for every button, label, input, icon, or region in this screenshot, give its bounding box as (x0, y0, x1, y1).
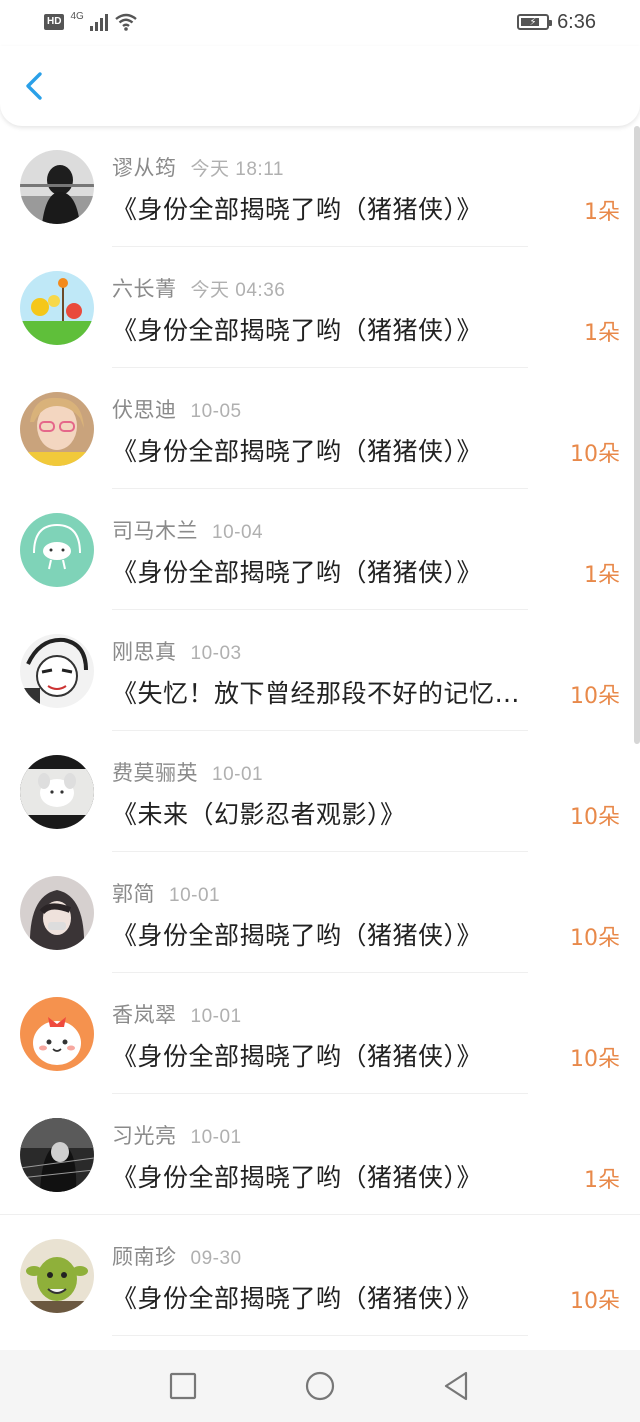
avatar[interactable] (20, 997, 94, 1071)
avatar[interactable] (20, 392, 94, 466)
list-item[interactable]: 习光亮 10-01 《身份全部揭晓了哟（猪猪侠）》 1朵 (0, 1094, 640, 1215)
avatar[interactable] (20, 271, 94, 345)
list-item[interactable]: 六长菁 今天 04:36 《身份全部揭晓了哟（猪猪侠）》 1朵 (0, 247, 640, 368)
header (0, 46, 640, 126)
avatar[interactable] (20, 1118, 94, 1192)
list-item[interactable]: 郭简 10-01 《身份全部揭晓了哟（猪猪侠）》 10朵 (0, 852, 640, 973)
flower-count: 10朵 (570, 442, 620, 467)
sender-name: 费莫骊英 10-01 (112, 761, 264, 785)
status-time: 6:36 (557, 10, 596, 33)
article-title[interactable]: 《身份全部揭晓了哟（猪猪侠）》 (112, 432, 548, 468)
send-date: 10-01 (190, 1127, 242, 1148)
flower-count: 10朵 (570, 1047, 620, 1072)
send-date: 10-01 (212, 764, 264, 785)
circle-icon[interactable] (302, 1368, 338, 1404)
wifi-icon (115, 13, 137, 31)
sender-name: 习光亮 10-01 (112, 1124, 242, 1148)
send-date: 今天 18:11 (190, 159, 284, 180)
list-item[interactable]: 香岚翠 10-01 《身份全部揭晓了哟（猪猪侠）》 10朵 (0, 973, 640, 1094)
article-title[interactable]: 《身份全部揭晓了哟（猪猪侠）》 (112, 311, 548, 347)
avatar[interactable] (20, 634, 94, 708)
flower-count: 1朵 (584, 200, 620, 225)
sender-name: 伏思迪 10-05 (112, 398, 242, 422)
article-title[interactable]: 《身份全部揭晓了哟（猪猪侠）》 (112, 190, 548, 226)
avatar[interactable] (20, 1239, 94, 1313)
send-date: 09-30 (190, 1248, 242, 1269)
square-icon[interactable] (165, 1368, 201, 1404)
article-title[interactable]: 《未来（幻影忍者观影）》 (112, 795, 548, 831)
list-item[interactable]: 司马木兰 10-04 《身份全部揭晓了哟（猪猪侠）》 1朵 (0, 489, 640, 610)
status-right: ⚡ 6:36 (517, 10, 596, 34)
send-date: 10-04 (212, 522, 264, 543)
send-date: 今天 04:36 (190, 280, 286, 301)
scrollbar[interactable] (634, 126, 640, 744)
send-date: 10-05 (190, 401, 242, 422)
gift-record-list[interactable]: 谬从筠 今天 18:11 《身份全部揭晓了哟（猪猪侠）》 1朵 六长菁 今天 04:… (0, 126, 640, 1350)
sender-name: 顾南珍 09-30 (112, 1245, 242, 1269)
flower-count: 10朵 (570, 926, 620, 951)
send-date: 10-01 (190, 1006, 242, 1027)
send-date: 10-03 (190, 643, 242, 664)
flower-count: 10朵 (570, 684, 620, 709)
article-title[interactable]: 《身份全部揭晓了哟（猪猪侠）》 (112, 916, 548, 952)
status-bar: HD 4G ⚡ 6:36 (0, 0, 640, 46)
avatar[interactable] (20, 876, 94, 950)
list-item[interactable]: 顾南珍 09-30 《身份全部揭晓了哟（猪猪侠）》 10朵 (0, 1215, 640, 1336)
network-label: 4G (70, 10, 84, 22)
sender-name: 谬从筠 今天 18:11 (112, 156, 284, 180)
list-item[interactable]: 谬从筠 今天 18:11 《身份全部揭晓了哟（猪猪侠）》 1朵 (0, 126, 640, 247)
list-item[interactable]: 费莫骊英 10-01 《未来（幻影忍者观影）》 10朵 (0, 731, 640, 852)
battery-icon: ⚡ (517, 14, 553, 30)
sender-name: 香岚翠 10-01 (112, 1003, 242, 1027)
sender-name: 刚思真 10-03 (112, 640, 242, 664)
avatar[interactable] (20, 755, 94, 829)
sender-name: 六长菁 今天 04:36 (112, 277, 286, 301)
flower-count: 1朵 (584, 1168, 620, 1193)
divider (112, 1335, 528, 1336)
flower-count: 1朵 (584, 563, 620, 588)
triangle-back-icon[interactable] (438, 1368, 474, 1404)
article-title[interactable]: 《身份全部揭晓了哟（猪猪侠）》 (112, 1158, 548, 1194)
send-date: 10-01 (169, 885, 221, 906)
sender-name: 司马木兰 10-04 (112, 519, 264, 543)
flower-count: 10朵 (570, 1289, 620, 1314)
chevron-left-icon[interactable] (18, 68, 54, 104)
avatar[interactable] (20, 150, 94, 224)
status-left: HD 4G (44, 10, 138, 34)
sender-name: 郭简 10-01 (112, 882, 221, 906)
article-title[interactable]: 《失忆！放下曾经那段不好的记忆… (112, 674, 548, 710)
avatar[interactable] (20, 513, 94, 587)
article-title[interactable]: 《身份全部揭晓了哟（猪猪侠）》 (112, 1279, 548, 1315)
hd-badge: HD (44, 14, 65, 30)
article-title[interactable]: 《身份全部揭晓了哟（猪猪侠）》 (112, 1037, 548, 1073)
flower-count: 10朵 (570, 805, 620, 830)
list-item[interactable]: 伏思迪 10-05 《身份全部揭晓了哟（猪猪侠）》 10朵 (0, 368, 640, 489)
article-title[interactable]: 《身份全部揭晓了哟（猪猪侠）》 (112, 553, 548, 589)
system-nav-bar (0, 1350, 640, 1422)
flower-count: 1朵 (584, 321, 620, 346)
signal-icon (89, 13, 108, 31)
list-item[interactable]: 刚思真 10-03 《失忆！放下曾经那段不好的记忆… 10朵 (0, 610, 640, 731)
